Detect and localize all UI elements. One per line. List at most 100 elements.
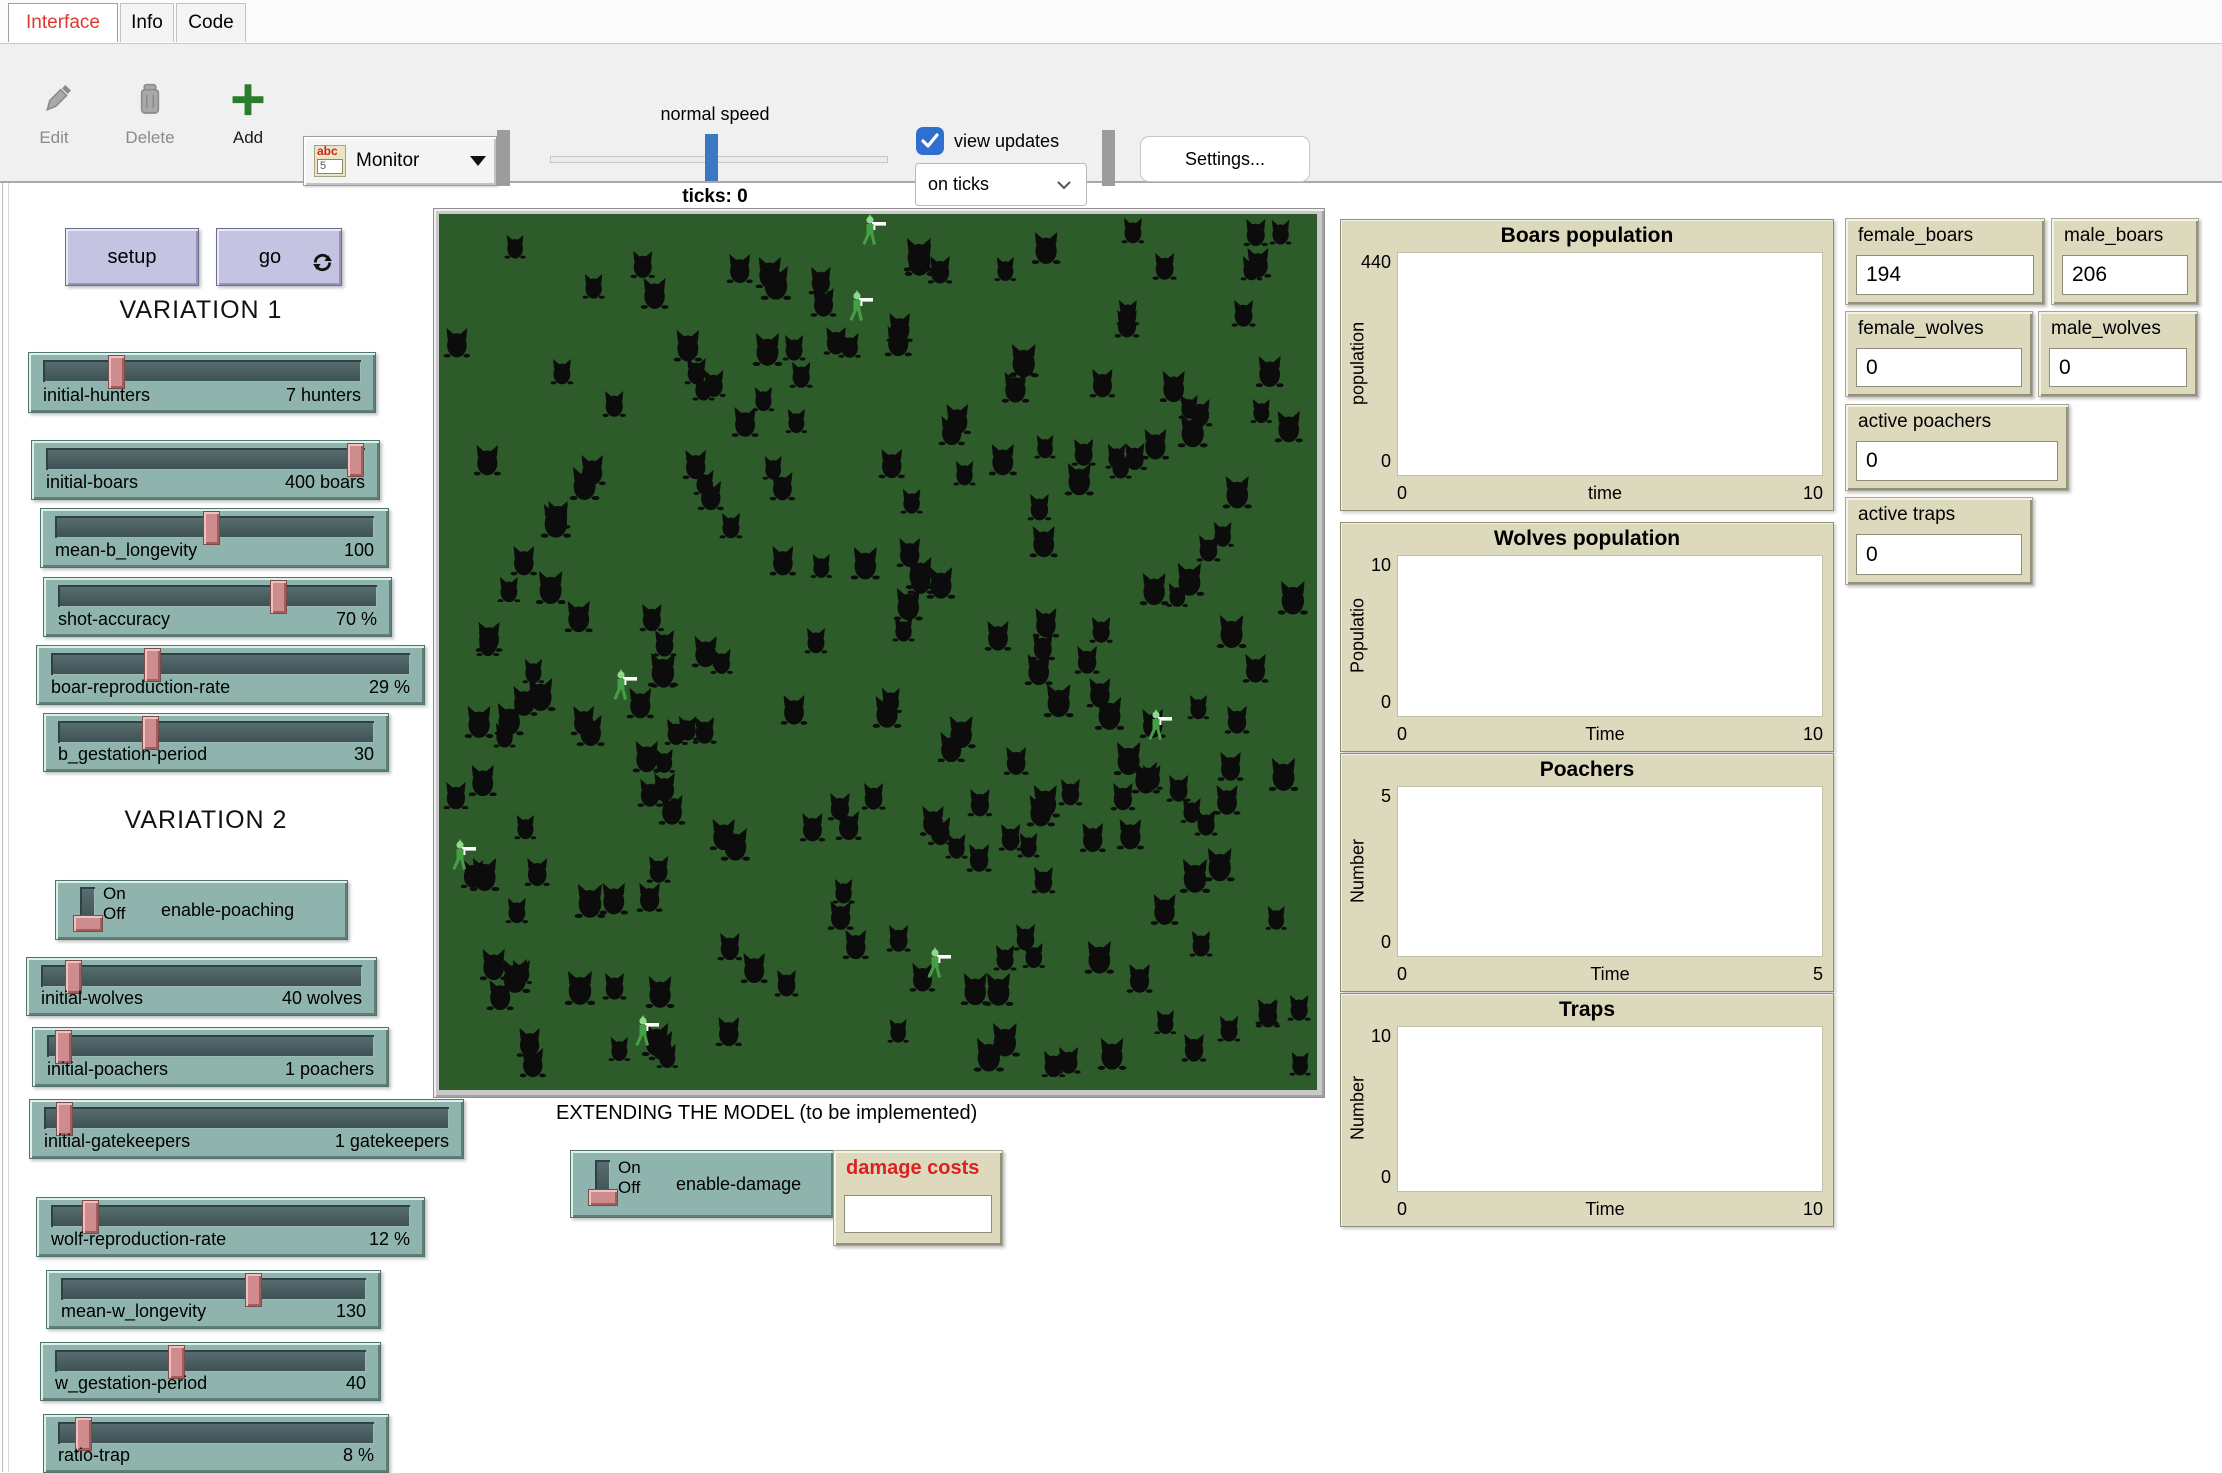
setup-button-label: setup (108, 246, 157, 269)
go-button[interactable]: go (216, 228, 342, 286)
slider-mean-w_longevity[interactable]: mean-w_longevity130 (46, 1270, 381, 1329)
slider-track[interactable] (41, 965, 362, 987)
caret-down-icon (470, 156, 486, 166)
boar-sprite (1255, 1000, 1281, 1028)
ticks-counter: ticks: 0 (630, 186, 800, 208)
slider-track[interactable] (47, 1035, 374, 1057)
boar-sprite (497, 577, 521, 603)
slider-initial-gatekeepers[interactable]: initial-gatekeepers1 gatekeepers (29, 1099, 464, 1159)
slider-label: wolf-reproduction-rate (51, 1229, 226, 1250)
slider-track[interactable] (55, 516, 374, 538)
boar-sprite (774, 970, 799, 997)
window-left-edge-highlight (8, 183, 9, 1472)
boar-sprite (780, 695, 808, 725)
world-view (433, 208, 1325, 1098)
slider-mean-b_longevity[interactable]: mean-b_longevity100 (40, 508, 389, 568)
boar-sprite (468, 765, 497, 797)
switch-handle[interactable] (73, 915, 103, 932)
boar-sprite (719, 513, 743, 539)
tab-interface[interactable]: Interface (8, 3, 118, 42)
slider-track[interactable] (61, 1278, 366, 1300)
slider-shot-accuracy[interactable]: shot-accuracy70 % (43, 577, 392, 637)
slider-track[interactable] (43, 360, 361, 382)
boar-sprite (602, 973, 627, 1000)
setup-button[interactable]: setup (65, 228, 199, 286)
boar-sprite (1204, 848, 1235, 882)
edit-button[interactable]: Edit (14, 44, 94, 148)
update-mode-dropdown[interactable]: on ticks (915, 163, 1087, 206)
speed-slider-track[interactable] (550, 156, 888, 163)
boar-sprite (988, 444, 1018, 476)
settings-button[interactable]: Settings... (1140, 136, 1310, 182)
slider-track[interactable] (58, 585, 377, 607)
plot-poachers: Poachers50Number0Time5 (1340, 753, 1834, 992)
delete-button[interactable]: Delete (110, 44, 190, 148)
slider-value: 40 wolves (282, 988, 362, 1009)
tab-bar: Interface Info Code (0, 0, 2222, 44)
boar-sprite (510, 546, 538, 576)
monitor-widget-icon-value: 5 (317, 159, 343, 174)
boar-sprite (1287, 995, 1311, 1021)
slider-caption: ratio-trap8 % (58, 1445, 374, 1466)
slider-track[interactable] (51, 1205, 410, 1227)
slider-boar-reproduction-rate[interactable]: boar-reproduction-rate29 % (36, 645, 425, 705)
boar-sprite (785, 409, 808, 434)
boar-sprite (519, 1048, 547, 1078)
slider-ratio-trap[interactable]: ratio-trap8 % (43, 1414, 389, 1473)
boar-sprite (752, 333, 783, 366)
boar-sprite (464, 706, 494, 739)
slider-wolf-reproduction-rate[interactable]: wolf-reproduction-rate12 % (36, 1197, 425, 1257)
speed-slider-handle[interactable] (705, 134, 718, 181)
plot-xmax-tick: 10 (1803, 483, 1823, 504)
boar-sprite (1150, 894, 1179, 925)
boar-sprite (1243, 219, 1269, 247)
boar-sprite (443, 328, 471, 358)
slider-track[interactable] (58, 1422, 374, 1444)
boar-sprite (525, 678, 556, 712)
widget-type-dropdown[interactable]: abc 5 Monitor (303, 136, 497, 186)
boar-sprite (1079, 823, 1106, 853)
boar-sprite (1089, 369, 1116, 398)
tab-info[interactable]: Info (120, 3, 174, 42)
slider-initial-hunters[interactable]: initial-hunters7 hunters (28, 352, 376, 413)
boar-sprite (937, 732, 965, 763)
monitor-label: active poachers (1858, 411, 1991, 433)
boar-sprite (697, 481, 724, 511)
boar-sprite (1121, 218, 1145, 244)
boar-sprite (504, 235, 526, 259)
plot-area (1397, 555, 1823, 717)
boar-sprite (1058, 779, 1083, 806)
view-updates-checkbox[interactable] (916, 127, 944, 155)
slider-w_gestation-period[interactable]: w_gestation-period40 (40, 1342, 381, 1401)
boar-sprite (1217, 1016, 1241, 1042)
slider-track[interactable] (46, 448, 365, 470)
plot-area (1397, 252, 1823, 476)
hunter-sprite (449, 839, 479, 871)
slider-track[interactable] (55, 1350, 366, 1372)
slider-initial-wolves[interactable]: initial-wolves40 wolves (26, 957, 377, 1016)
slider-value: 70 % (336, 609, 377, 630)
boar-sprite (945, 834, 968, 859)
enable-poaching-switch[interactable]: On Off enable-poaching (55, 880, 348, 940)
slider-initial-boars[interactable]: initial-boars400 boars (31, 440, 380, 500)
slider-initial-poachers[interactable]: initial-poachers1 poachers (32, 1027, 389, 1087)
slider-handle[interactable] (108, 355, 125, 389)
boar-sprite (1177, 414, 1208, 448)
slider-caption: initial-poachers1 poachers (47, 1059, 374, 1080)
boar-sprite (832, 879, 855, 904)
plot-ymin-tick: 0 (1341, 932, 1391, 953)
boar-sprite (564, 601, 593, 633)
monitor-male_wolves: male_wolves0 (2038, 311, 2198, 397)
enable-damage-switch[interactable]: On Off enable-damage (570, 1150, 834, 1218)
slider-track[interactable] (44, 1107, 449, 1129)
tab-code[interactable]: Code (176, 3, 246, 42)
slider-value: 130 (336, 1301, 366, 1322)
slider-track[interactable] (58, 721, 374, 743)
add-button[interactable]: Add (208, 44, 288, 148)
slider-value: 7 hunters (286, 385, 361, 406)
slider-b_gestation-period[interactable]: b_gestation-period30 (43, 713, 389, 772)
damage-costs-value (844, 1195, 992, 1233)
boar-sprite (943, 404, 972, 435)
slider-track[interactable] (51, 653, 410, 675)
switch-handle[interactable] (588, 1189, 618, 1206)
